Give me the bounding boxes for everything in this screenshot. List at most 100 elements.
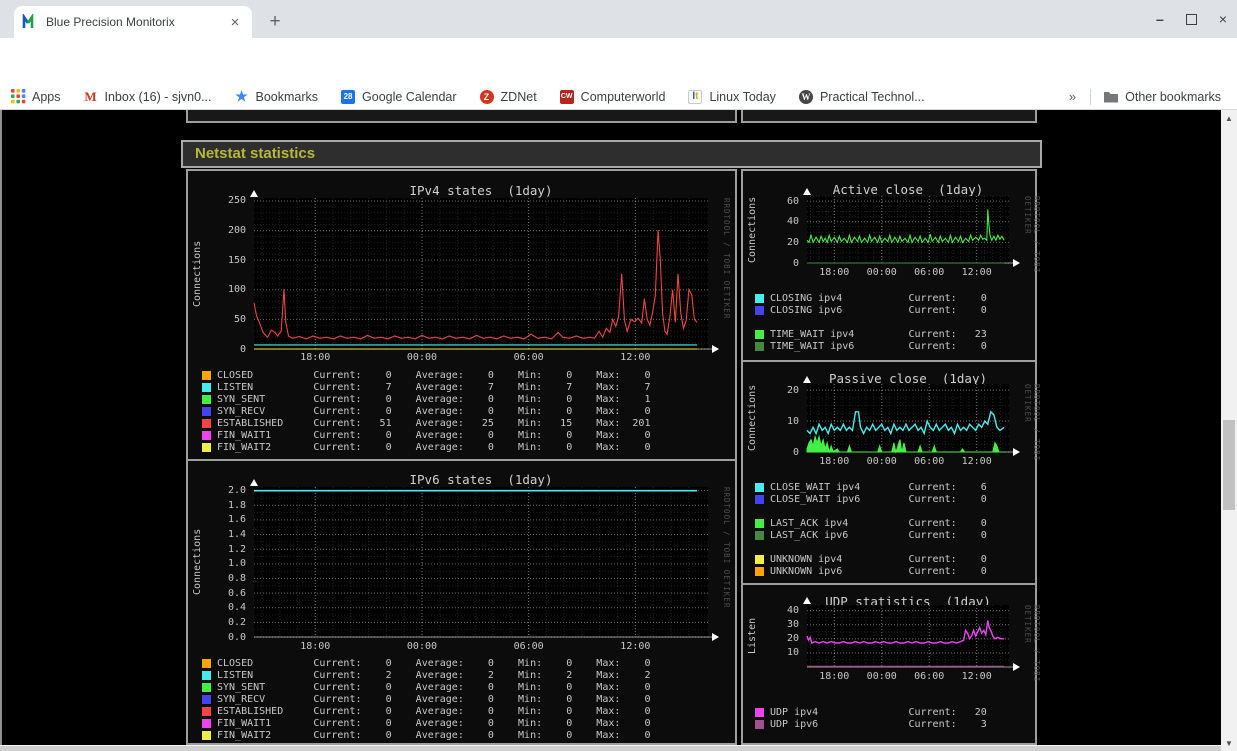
legend-text: CLOSE_WAIT ipv6 Current: 0 xyxy=(770,494,987,505)
chart-udp-statistics[interactable]: UDP statistics (1day) Listen 10 20 30 40 18:00… xyxy=(743,585,1041,743)
y-tick-label: 1.6 xyxy=(227,514,246,526)
x-tick-label: 18:00 xyxy=(819,456,850,467)
divider xyxy=(1090,88,1092,105)
x-tick-label: 06:00 xyxy=(914,267,945,278)
legend-swatch xyxy=(202,395,211,404)
legend-swatch xyxy=(202,671,211,680)
x-tick-label: 06:00 xyxy=(513,352,544,363)
new-tab-button[interactable]: + xyxy=(262,9,288,35)
chart-ipv4-states[interactable]: IPv4 states (1day) Connections 0 50 100 150 20… xyxy=(188,171,735,459)
legend-swatch xyxy=(755,567,764,576)
legend-row: CLOSING ipv4 Current: 0 xyxy=(755,293,987,304)
legend-row: SYN_RECV Current: 0 Average: 0 Min: 0 Ma… xyxy=(202,406,650,417)
legend-row: UNKNOWN ipv4 Current: 0 xyxy=(755,554,987,565)
legend-row: CLOSE_WAIT ipv4 Current: 6 xyxy=(755,482,987,493)
scroll-up-icon[interactable]: ▲ xyxy=(1221,110,1237,126)
chart-passive-close[interactable]: Passive close (1day) Connections 0 10 20 18:0… xyxy=(743,362,1041,583)
bookmark-item-6[interactable]: l t Linux Today xyxy=(687,89,776,105)
bookmark-item-5[interactable]: CW Computerworld xyxy=(559,89,666,105)
linuxtoday-icon: lt xyxy=(687,89,703,105)
y-tick-label: 0 xyxy=(792,257,799,269)
tab-close-icon[interactable]: × xyxy=(226,14,244,31)
bookmark-item-7[interactable]: W Practical Technol... xyxy=(798,89,925,105)
legend-swatch xyxy=(202,383,211,392)
legend-row: SYN_RECV Current: 0 Average: 0 Min: 0 Ma… xyxy=(202,694,650,705)
legend-swatch xyxy=(202,731,211,740)
close-button[interactable]: × xyxy=(1219,12,1227,26)
previous-section-fragment-right xyxy=(741,110,1037,123)
y-tick-label: 0.8 xyxy=(227,572,246,584)
legend-text: LAST_ACK ipv6 Current: 0 xyxy=(770,530,987,541)
legend-swatch xyxy=(755,483,764,492)
y-tick-label: 10 xyxy=(786,415,799,427)
legend-swatch xyxy=(755,495,764,504)
legend-text: FIN_WAIT2 Current: 0 Average: 0 Min: 0 M… xyxy=(217,442,651,453)
legend-row: CLOSING ipv6 Current: 0 xyxy=(755,305,987,316)
bookmark-item-2[interactable]: ★ Bookmarks xyxy=(234,88,318,105)
legend-text: TIME_WAIT ipv6 Current: 0 xyxy=(770,341,987,352)
x-tick-label: 12:00 xyxy=(961,267,992,278)
x-tick-label: 00:00 xyxy=(866,456,897,467)
bookmarks-overflow-icon[interactable]: » xyxy=(1069,89,1076,104)
gmail-icon: M xyxy=(84,88,97,104)
y-tick-label: 100 xyxy=(227,284,246,296)
legend-row: LAST_ACK ipv4 Current: 0 xyxy=(755,518,987,529)
maximize-button[interactable] xyxy=(1185,13,1197,25)
bookmark-item-4[interactable]: Z ZDNet xyxy=(479,89,537,105)
bookmark-label: Inbox (16) - sjvn0... xyxy=(104,89,212,104)
y-tick-label: 1.0 xyxy=(227,558,246,570)
legend-swatch xyxy=(755,330,764,339)
y-tick-label: 0.6 xyxy=(227,587,246,599)
other-bookmarks-button[interactable]: Other bookmarks xyxy=(1103,89,1221,105)
y-tick-label: 2.0 xyxy=(227,485,246,497)
legend-text: CLOSE_WAIT ipv4 Current: 6 xyxy=(770,482,987,493)
legend-text: LAST_ACK ipv4 Current: 0 xyxy=(770,518,987,529)
legend-text: LISTEN Current: 7 Average: 7 Min: 7 Max:… xyxy=(217,382,651,393)
y-tick-label: 40 xyxy=(786,605,799,617)
monitorix-favicon xyxy=(22,12,38,30)
scroll-down-icon[interactable]: ▼ xyxy=(1221,735,1237,751)
y-tick-label: 20 xyxy=(786,236,799,248)
y-tick-label: 40 xyxy=(786,216,799,228)
scrollbar-thumb[interactable] xyxy=(1223,420,1235,510)
legend-text: UDP ipv6 Current: 3 xyxy=(770,719,987,730)
legend-swatch xyxy=(202,431,211,440)
legend-swatch xyxy=(202,443,211,452)
bookmark-label: Apps xyxy=(32,89,61,104)
rrdtool-attribution: RRDTOOL / TOBI OETIKER xyxy=(722,487,731,609)
chart-ipv6-states[interactable]: IPv6 states (1day) Connections 0.0 0.2 0.4 0.… xyxy=(188,461,735,743)
browser-tab[interactable]: Blue Precision Monitorix × xyxy=(14,6,252,38)
legend-text: LISTEN Current: 2 Average: 2 Min: 2 Max:… xyxy=(217,670,651,681)
bookmark-item-0[interactable]: Apps xyxy=(10,89,61,105)
legend-text: FIN_WAIT1 Current: 0 Average: 0 Min: 0 M… xyxy=(217,430,651,441)
bookmark-label: Computerworld xyxy=(580,89,666,104)
legend-row: FIN_WAIT1 Current: 0 Average: 0 Min: 0 M… xyxy=(202,718,650,729)
legend-swatch xyxy=(202,419,211,428)
legend-swatch xyxy=(755,342,764,351)
scrollbar[interactable]: ▲ ▼ xyxy=(1221,110,1237,751)
legend-text: TIME_WAIT ipv4 Current: 23 xyxy=(770,329,987,340)
x-tick-label: 18:00 xyxy=(819,267,850,278)
legend-swatch xyxy=(202,659,211,668)
calendar-icon: 28 xyxy=(340,89,356,105)
y-tick-label: 0.4 xyxy=(227,602,246,614)
bookmark-item-1[interactable]: M Inbox (16) - sjvn0... xyxy=(83,88,212,105)
legend-row: CLOSED Current: 0 Average: 0 Min: 0 Max:… xyxy=(202,370,650,381)
legend-row: FIN_WAIT2 Current: 0 Average: 0 Min: 0 M… xyxy=(202,730,650,741)
y-tick-label: 30 xyxy=(786,619,799,631)
legend-swatch xyxy=(755,720,764,729)
chart-active-close[interactable]: Active close (1day) Connections 0 20 40 60 18:… xyxy=(743,171,1041,360)
bookmark-item-3[interactable]: 28 Google Calendar xyxy=(340,89,457,105)
minimize-button[interactable]: – xyxy=(1156,12,1164,26)
legend-text: CLOSING ipv4 Current: 0 xyxy=(770,293,987,304)
x-tick-label: 06:00 xyxy=(513,641,544,652)
legend-row: FIN_WAIT1 Current: 0 Average: 0 Min: 0 M… xyxy=(202,430,650,441)
legend-text: CLOSED Current: 0 Average: 0 Min: 0 Max:… xyxy=(217,658,651,669)
legend-row: ESTABLISHED Current: 0 Average: 0 Min: 0… xyxy=(202,706,650,717)
y-tick-label: 1.4 xyxy=(227,529,246,541)
x-tick-label: 12:00 xyxy=(961,671,992,682)
legend-swatch xyxy=(202,707,211,716)
legend-swatch xyxy=(202,719,211,728)
y-tick-label: 250 xyxy=(227,195,246,207)
legend-text: SYN_RECV Current: 0 Average: 0 Min: 0 Ma… xyxy=(217,694,651,705)
